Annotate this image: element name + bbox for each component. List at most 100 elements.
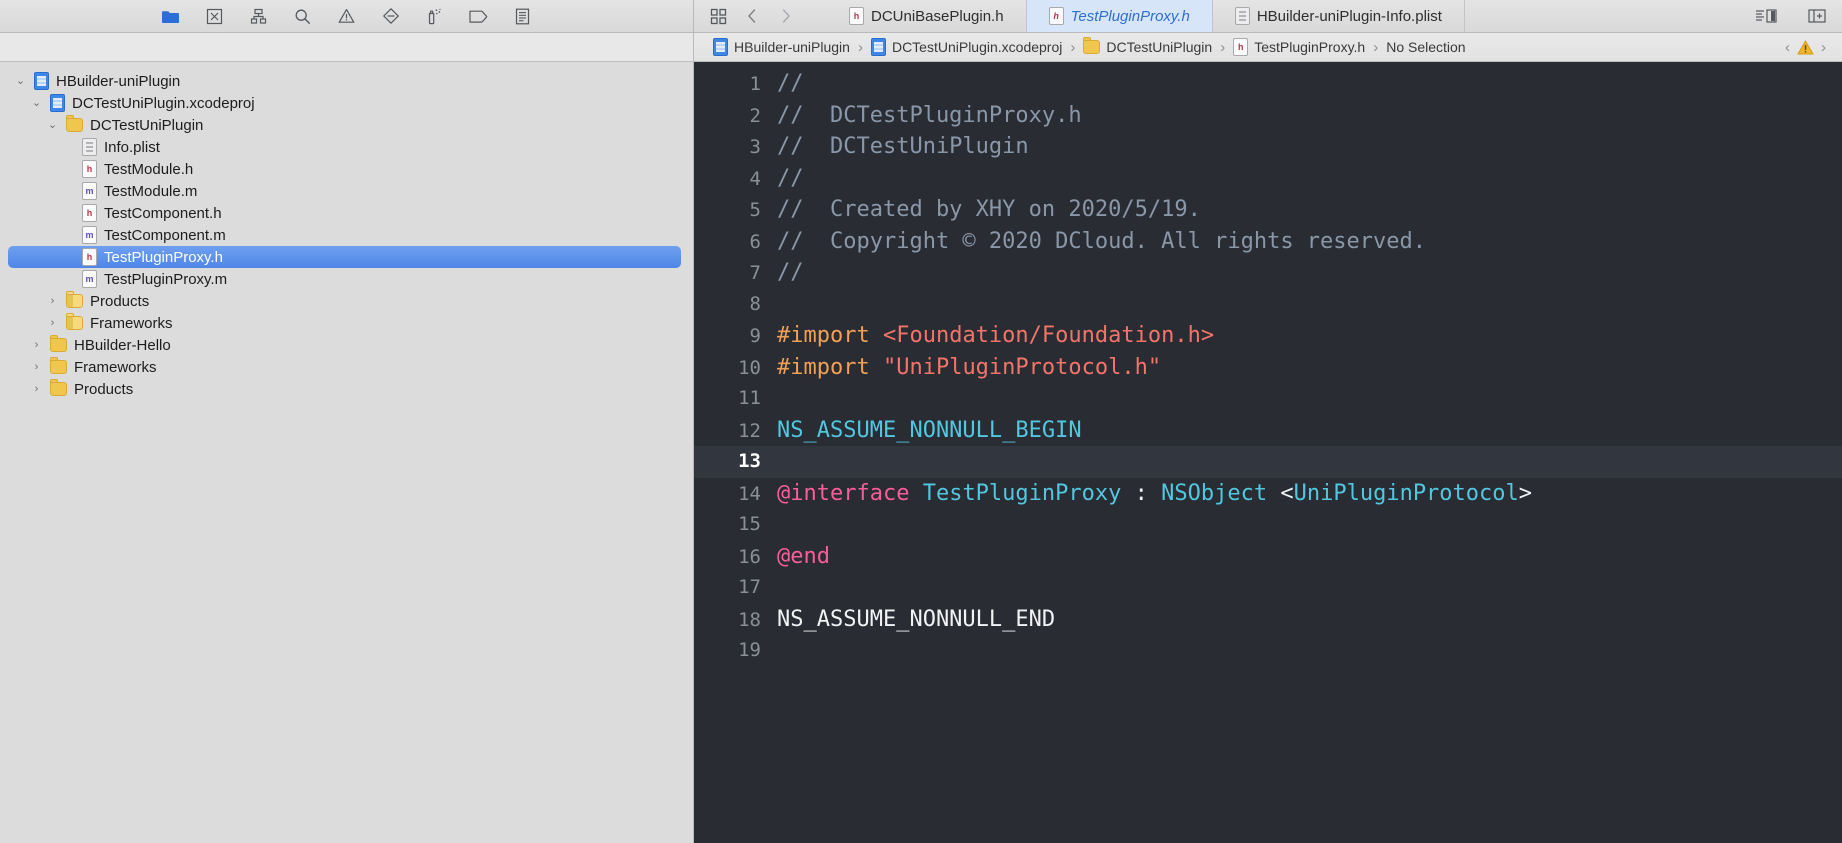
tree-row[interactable]: › Frameworks <box>8 356 681 378</box>
code-text[interactable]: // DCTestPluginProxy.h <box>777 100 1082 132</box>
code-text[interactable]: // Created by XHY on 2020/5/19. <box>777 194 1201 226</box>
tree-row-label: DCTestUniPlugin <box>90 116 204 134</box>
test-navigator-icon[interactable] <box>381 6 401 26</box>
editor-tab-bar: h DCUniBasePlugin.h h TestPluginProxy.h HBui… <box>694 0 1842 33</box>
code-text[interactable]: NS_ASSUME_NONNULL_BEGIN <box>777 415 1082 447</box>
code-lines[interactable]: 1 // 2 // DCTestPluginProxy.h 3 // DCTestUniP… <box>694 62 1842 667</box>
tree-row[interactable]: m TestModule.m <box>8 180 681 202</box>
disclosure-closed-icon[interactable]: › <box>30 361 43 373</box>
source-editor[interactable]: 1 // 2 // DCTestPluginProxy.h 3 // DCTestUniP… <box>694 62 1842 843</box>
implementation-file-icon: m <box>82 182 97 200</box>
disclosure-closed-icon[interactable]: › <box>30 383 43 395</box>
line-number: 15 <box>738 513 761 535</box>
tree-row[interactable]: › Products <box>8 378 681 400</box>
disclosure-closed-icon[interactable]: › <box>46 295 59 307</box>
code-token: // <box>777 165 804 191</box>
symbol-navigator-icon[interactable] <box>249 6 269 26</box>
breakpoint-navigator-icon[interactable] <box>468 6 489 26</box>
editor-options-icon[interactable] <box>708 6 728 26</box>
line-number: 5 <box>749 199 761 221</box>
project-navigator[interactable]: ⌄ HBuilder-uniPlugin ⌄ DCTestUniPlugin.xcod… <box>0 62 694 843</box>
tree-row[interactable]: m TestPluginProxy.m <box>8 268 681 290</box>
code-text[interactable]: @interface TestPluginProxy : NSObject <U… <box>777 478 1532 510</box>
breadcrumb-item[interactable]: h TestPluginProxy.h <box>1226 38 1372 56</box>
code-text[interactable]: #import <Foundation/Foundation.h> <box>777 320 1214 352</box>
disclosure-closed-icon[interactable]: › <box>30 339 43 351</box>
code-line[interactable]: 12 NS_ASSUME_NONNULL_BEGIN <box>694 415 1842 447</box>
code-text[interactable]: // <box>777 163 804 195</box>
tree-row-selected[interactable]: h TestPluginProxy.h <box>8 246 681 268</box>
code-text[interactable]: #import "UniPluginProtocol.h" <box>777 352 1161 384</box>
disclosure-open-icon[interactable]: ⌄ <box>46 119 59 131</box>
code-text[interactable]: NS_ASSUME_NONNULL_END <box>777 604 1055 636</box>
disclosure-open-icon[interactable]: ⌄ <box>14 75 27 87</box>
tree-row-label: Frameworks <box>90 314 173 332</box>
standard-editor-icon[interactable] <box>1755 7 1777 25</box>
next-issue-button[interactable]: › <box>1821 39 1826 56</box>
tree-row[interactable]: h TestComponent.h <box>8 202 681 224</box>
code-line[interactable]: 1 // <box>694 68 1842 100</box>
tree-row[interactable]: Info.plist <box>8 136 681 158</box>
code-line[interactable]: 9 #import <Foundation/Foundation.h> <box>694 320 1842 352</box>
code-line[interactable]: 11 <box>694 383 1842 415</box>
code-line[interactable]: 8 <box>694 289 1842 321</box>
tree-row[interactable]: m TestComponent.m <box>8 224 681 246</box>
code-line[interactable]: 18 NS_ASSUME_NONNULL_END <box>694 604 1842 636</box>
breadcrumb-item[interactable]: DCTestUniPlugin <box>1076 37 1219 55</box>
tree-row[interactable]: ⌄ DCTestUniPlugin.xcodeproj <box>8 92 681 114</box>
code-line[interactable]: 6 // Copyright © 2020 DCloud. All rights … <box>694 226 1842 258</box>
code-line[interactable]: 3 // DCTestUniPlugin <box>694 131 1842 163</box>
code-text[interactable]: // Copyright © 2020 DCloud. All rights r… <box>777 226 1426 258</box>
code-line[interactable]: 15 <box>694 509 1842 541</box>
code-line[interactable]: 4 // <box>694 163 1842 195</box>
code-line[interactable]: 2 // DCTestPluginProxy.h <box>694 100 1842 132</box>
code-token: // Created by XHY on 2020/5/19. <box>777 197 1201 222</box>
breadcrumb-item-label: TestPluginProxy.h <box>1254 39 1366 55</box>
tree-row[interactable]: ⌄ HBuilder-uniPlugin <box>8 70 681 92</box>
code-line[interactable]: 17 <box>694 572 1842 604</box>
disclosure-open-icon[interactable]: ⌄ <box>30 97 43 109</box>
tree-row[interactable]: › Frameworks <box>8 312 681 334</box>
code-text[interactable]: // <box>777 68 804 100</box>
code-line[interactable]: 5 // Created by XHY on 2020/5/19. <box>694 194 1842 226</box>
breadcrumb-item[interactable]: DCTestUniPlugin.xcodeproj <box>864 38 1069 56</box>
code-line[interactable]: 10 #import "UniPluginProtocol.h" <box>694 352 1842 384</box>
xcodeproj-icon <box>870 38 886 56</box>
editor-tab[interactable]: HBuilder-uniPlugin-Info.plist <box>1213 0 1465 32</box>
tree-row[interactable]: › Products <box>8 290 681 312</box>
code-text[interactable]: @end <box>777 541 830 573</box>
header-file-icon: h <box>849 7 864 25</box>
debug-navigator-icon[interactable] <box>425 6 445 26</box>
breadcrumb-item[interactable]: HBuilder-uniPlugin <box>706 38 857 56</box>
navigate-forward-icon[interactable] <box>776 6 796 26</box>
editor-tabs: h DCUniBasePlugin.h h TestPluginProxy.h HBui… <box>827 0 1741 32</box>
code-line[interactable]: 16 @end <box>694 541 1842 573</box>
code-line[interactable]: 14 @interface TestPluginProxy : NSObject … <box>694 478 1842 510</box>
navigate-back-icon[interactable] <box>742 6 762 26</box>
code-line[interactable]: 13 <box>694 446 1842 478</box>
tree-row[interactable]: › HBuilder-Hello <box>8 334 681 356</box>
tree-row[interactable]: h TestModule.h <box>8 158 681 180</box>
warning-triangle-icon[interactable] <box>1797 39 1814 55</box>
breadcrumb-item[interactable]: No Selection <box>1379 39 1472 55</box>
find-navigator-icon[interactable] <box>293 6 313 26</box>
project-navigator-icon[interactable] <box>161 6 181 26</box>
source-control-navigator-icon[interactable] <box>205 6 225 26</box>
tree-row[interactable]: ⌄ DCTestUniPlugin <box>8 114 681 136</box>
code-token: UniPluginProtocol <box>1293 480 1519 506</box>
editor-tab[interactable]: h TestPluginProxy.h <box>1026 0 1213 32</box>
previous-issue-button[interactable]: ‹ <box>1785 39 1790 56</box>
code-line[interactable]: 7 // <box>694 257 1842 289</box>
breadcrumb-items: HBuilder-uniPlugin › DCTestUniPlugin.xcode… <box>706 37 1473 56</box>
xcodeproj-icon <box>34 72 49 90</box>
editor-tabbar-controls <box>694 0 827 32</box>
add-editor-icon[interactable] <box>1806 7 1828 25</box>
editor-tab[interactable]: h DCUniBasePlugin.h <box>827 0 1027 32</box>
issue-navigator-icon[interactable] <box>337 6 357 26</box>
code-text[interactable]: // DCTestUniPlugin <box>777 131 1029 163</box>
code-line[interactable]: 19 <box>694 635 1842 667</box>
disclosure-closed-icon[interactable]: › <box>46 317 59 329</box>
report-navigator-icon[interactable] <box>513 6 533 26</box>
code-text[interactable]: // <box>777 257 804 289</box>
breadcrumb-item-label: DCTestUniPlugin <box>1106 39 1213 55</box>
